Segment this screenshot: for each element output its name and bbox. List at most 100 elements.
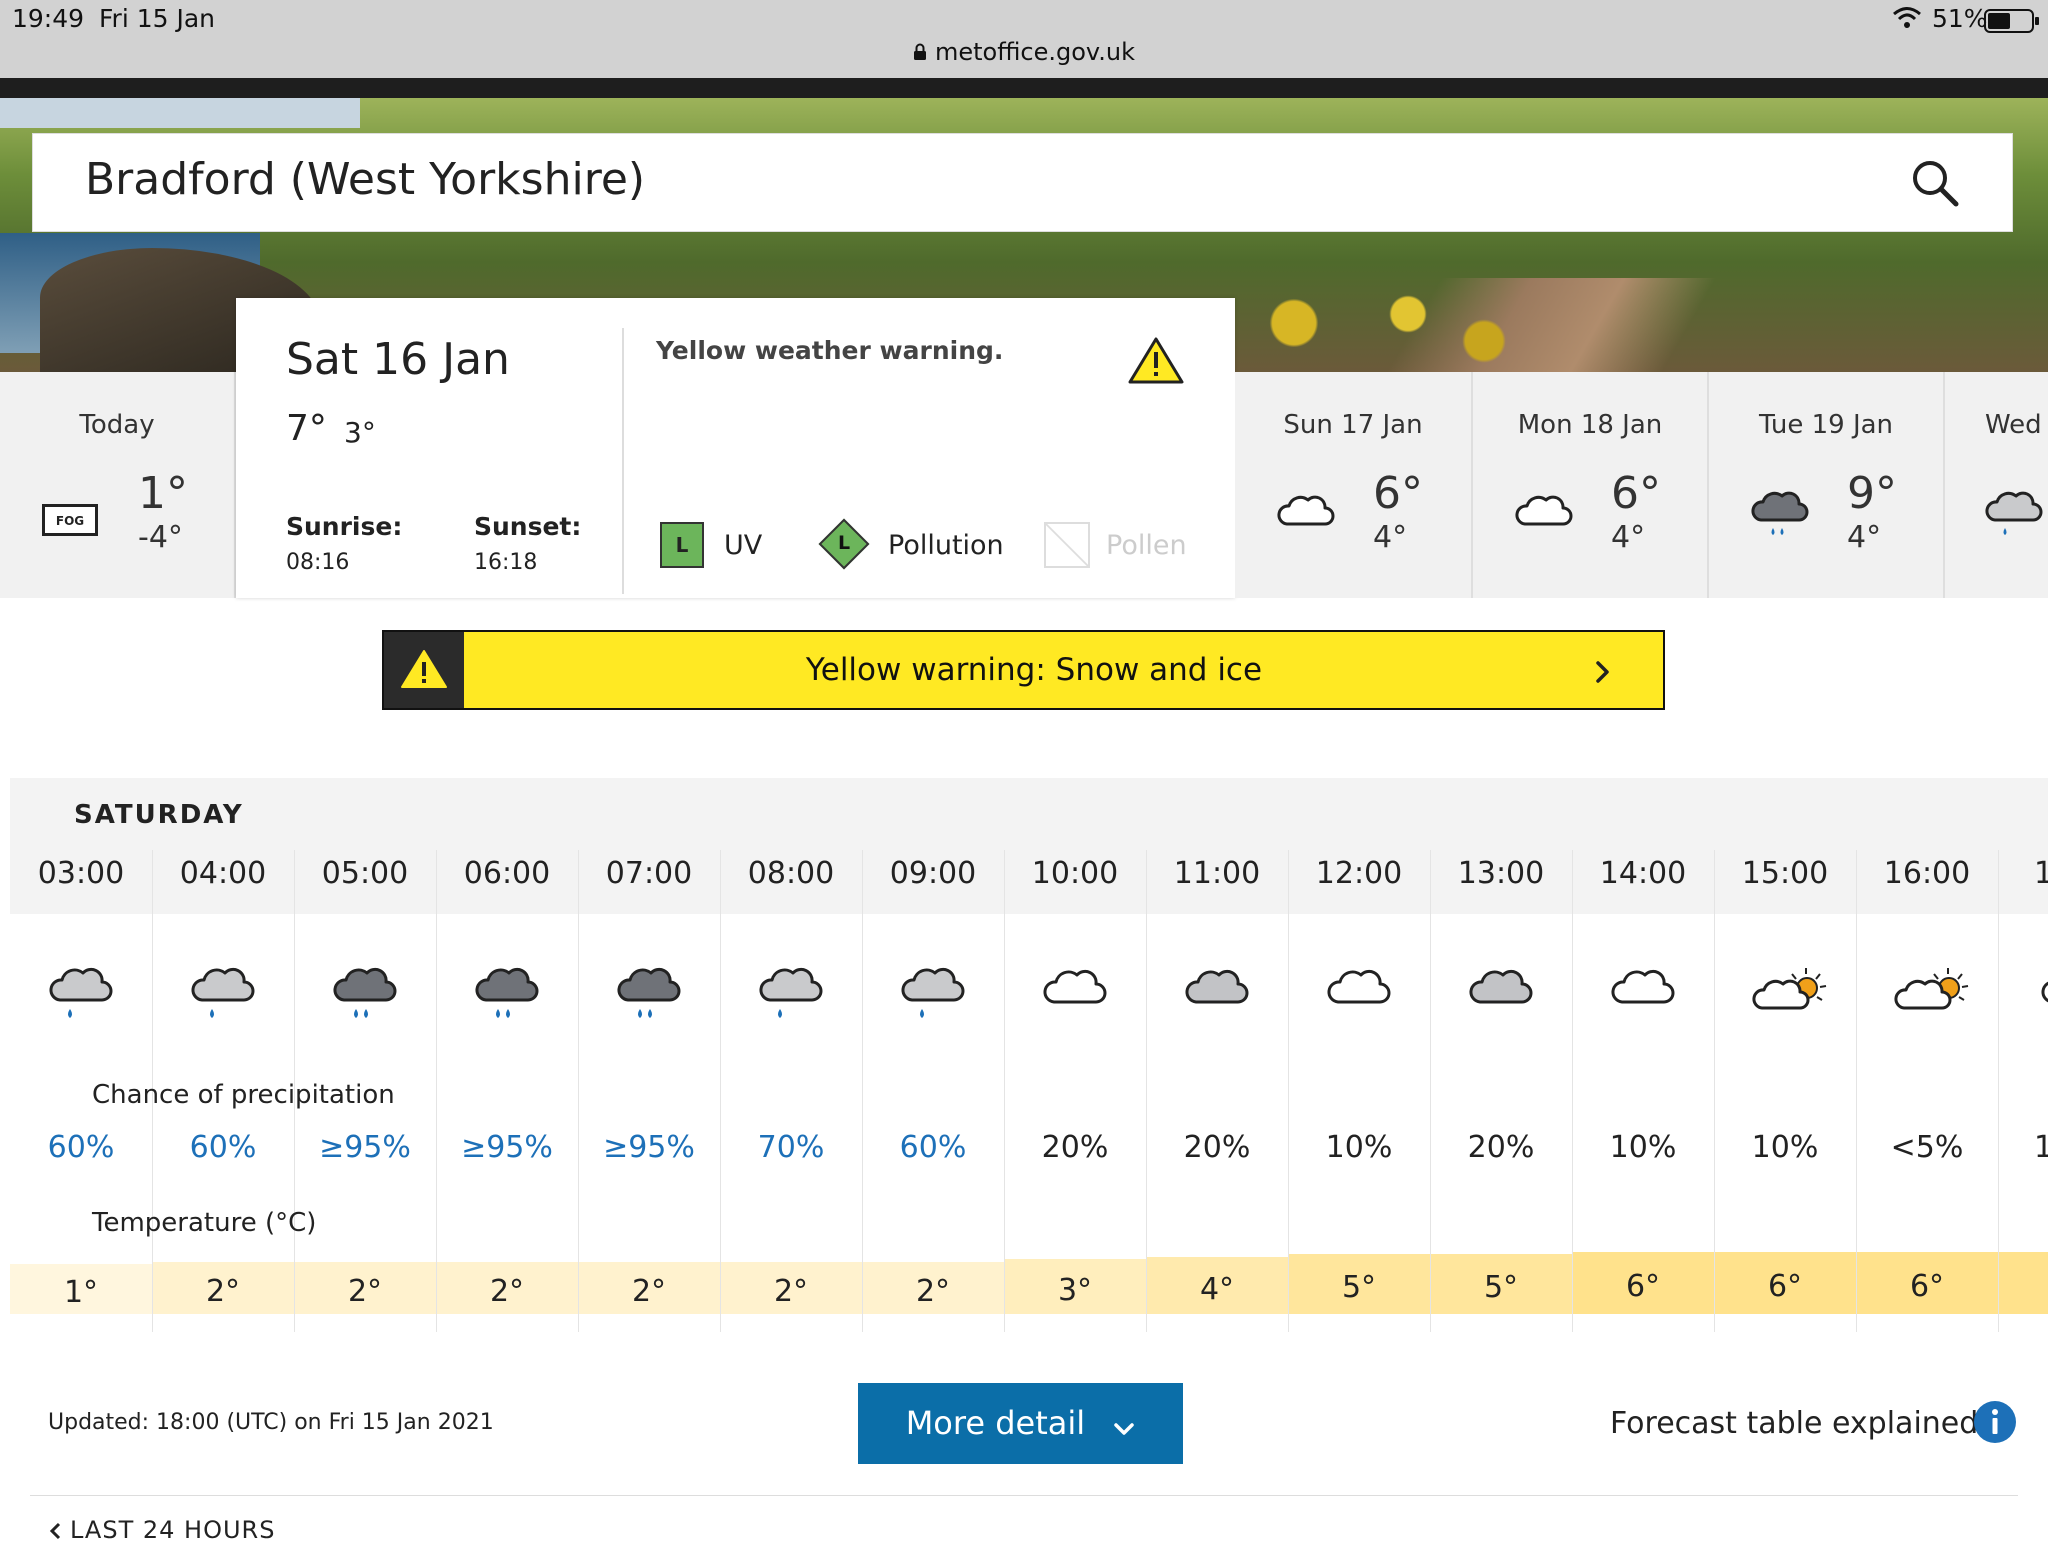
info-icon[interactable] bbox=[1973, 1400, 2017, 1448]
hour-time: 09:00 bbox=[889, 856, 977, 891]
search-icon[interactable] bbox=[1910, 158, 1960, 212]
sunset-time: 16:18 bbox=[474, 550, 538, 575]
uv-label[interactable]: UV bbox=[724, 530, 762, 561]
column-separator bbox=[436, 850, 437, 1332]
uv-level-badge[interactable]: L bbox=[660, 522, 704, 568]
day-tab-low: 4° bbox=[1611, 520, 1646, 555]
last-24-hours-link[interactable]: LAST 24 HOURS bbox=[48, 1516, 275, 1544]
day-tab-tue[interactable]: Tue 19 Jan 9° 4° bbox=[1709, 372, 1945, 598]
column-separator bbox=[1004, 850, 1005, 1332]
hour-temperature: 5° bbox=[1430, 1254, 1572, 1314]
temperature-row-label: Temperature (°C) bbox=[92, 1208, 317, 1238]
heavy-rain-icon bbox=[472, 966, 540, 1028]
precipitation-chance: 10% bbox=[1325, 1130, 1393, 1165]
cloud-icon bbox=[2038, 966, 2048, 1014]
hour-temperature: 2° bbox=[578, 1262, 720, 1314]
hour-temperature bbox=[1998, 1252, 2048, 1314]
light-rain-icon bbox=[756, 966, 824, 1028]
hour-column: 08:00 70% 2° bbox=[720, 850, 862, 1332]
location-search-input[interactable]: Bradford (West Yorkshire) bbox=[85, 154, 645, 205]
column-separator bbox=[1572, 850, 1573, 1332]
day-tab-low: 4° bbox=[1847, 520, 1882, 555]
url-bar[interactable]: metoffice.gov.uk bbox=[0, 38, 2048, 67]
pollution-label[interactable]: Pollution bbox=[888, 530, 1004, 561]
lock-icon bbox=[913, 39, 927, 67]
hour-temperature: 5° bbox=[1288, 1254, 1430, 1314]
hour-temperature: 2° bbox=[294, 1262, 436, 1314]
hour-temperature: 6° bbox=[1572, 1252, 1714, 1314]
hour-time: 15:00 bbox=[1741, 856, 1829, 891]
hour-temperature: 3° bbox=[1004, 1259, 1146, 1314]
hour-time: 14:00 bbox=[1599, 856, 1687, 891]
hour-time: 1 bbox=[2034, 856, 2048, 891]
hour-column: 12:00 10% 5° bbox=[1288, 850, 1430, 1332]
precipitation-chance: 10% bbox=[1751, 1130, 1819, 1165]
heavy-rain-icon bbox=[614, 966, 682, 1028]
day-tab-mon[interactable]: Mon 18 Jan 6° 4° bbox=[1473, 372, 1709, 598]
status-bar: 19:49 Fri 15 Jan metoffice.gov.uk 51% bbox=[0, 0, 2048, 78]
yellow-warning-banner[interactable]: Yellow warning: Snow and ice bbox=[382, 630, 1665, 710]
day-tab-wed[interactable]: Wed bbox=[1945, 372, 2048, 598]
day-tab-today[interactable]: Today FOG 1° -4° bbox=[0, 372, 236, 598]
warning-banner-text: Yellow warning: Snow and ice bbox=[805, 652, 1263, 688]
heavy-rain-icon bbox=[1749, 490, 1809, 544]
cloud-icon bbox=[1608, 966, 1676, 1014]
chevron-down-icon bbox=[1113, 1385, 1135, 1466]
location-search-bar[interactable]: Bradford (West Yorkshire) bbox=[32, 133, 2013, 232]
weather-warning-text[interactable]: Yellow weather warning. bbox=[656, 336, 1003, 365]
day-tab-sun[interactable]: Sun 17 Jan 6° 4° bbox=[1235, 372, 1473, 598]
heavy-rain-icon bbox=[330, 966, 398, 1028]
sunny-intervals-icon bbox=[1750, 966, 1834, 1020]
more-detail-button[interactable]: More detail bbox=[858, 1383, 1183, 1464]
updated-timestamp: Updated: 18:00 (UTC) on Fri 15 Jan 2021 bbox=[48, 1410, 494, 1435]
column-separator bbox=[1288, 850, 1289, 1332]
hour-column: 14:00 10% 6° bbox=[1572, 850, 1714, 1332]
battery-icon bbox=[1984, 8, 2040, 38]
precipitation-chance: <5% bbox=[1890, 1130, 1964, 1165]
light-rain-icon bbox=[46, 966, 114, 1028]
hour-column: 06:00 ≥95% 2° bbox=[436, 850, 578, 1332]
hour-column: 13:00 20% 5° bbox=[1430, 850, 1572, 1332]
light-rain-icon bbox=[188, 966, 256, 1028]
hour-time: 03:00 bbox=[37, 856, 125, 891]
hour-time: 10:00 bbox=[1031, 856, 1119, 891]
day-tab-low: -4° bbox=[138, 520, 183, 555]
warning-icon[interactable] bbox=[1128, 336, 1184, 388]
hour-time: 16:00 bbox=[1883, 856, 1971, 891]
hour-time: 08:00 bbox=[747, 856, 835, 891]
hour-time: 06:00 bbox=[463, 856, 551, 891]
precipitation-chance: 20% bbox=[1467, 1130, 1535, 1165]
column-separator bbox=[1856, 850, 1857, 1332]
last-24-hours-label: LAST 24 HOURS bbox=[70, 1516, 276, 1544]
url-text: metoffice.gov.uk bbox=[934, 38, 1136, 66]
precipitation-chance: 1 bbox=[2034, 1130, 2048, 1165]
pollen-label: Pollen bbox=[1106, 530, 1187, 561]
day-tab-low: 4° bbox=[1373, 520, 1408, 555]
light-rain-icon bbox=[898, 966, 966, 1028]
day-tab-high: 9° bbox=[1847, 468, 1897, 519]
sunset-label: Sunset: bbox=[474, 512, 582, 541]
day-tab-name: Tue 19 Jan bbox=[1758, 410, 1894, 440]
pollution-level-letter: L bbox=[837, 532, 851, 554]
hour-time: 13:00 bbox=[1457, 856, 1545, 891]
day-tab-name: Today bbox=[79, 410, 155, 440]
selected-day-panel: Sat 16 Jan 7° 3° Sunrise: 08:16 Sunset: … bbox=[236, 298, 1235, 598]
sunrise-time: 08:16 bbox=[286, 550, 350, 575]
precipitation-chance: 20% bbox=[1041, 1130, 1109, 1165]
column-separator bbox=[862, 850, 863, 1332]
hour-temperature: 2° bbox=[862, 1262, 1004, 1314]
hour-column: 07:00 ≥95% 2° bbox=[578, 850, 720, 1332]
cloud-icon bbox=[1275, 490, 1335, 534]
hourly-day-label: SATURDAY bbox=[74, 800, 244, 830]
hour-time: 11:00 bbox=[1173, 856, 1261, 891]
selected-day-high: 7° bbox=[286, 408, 327, 449]
precipitation-chance: ≥95% bbox=[603, 1130, 695, 1165]
hour-column: 09:00 60% 2° bbox=[862, 850, 1004, 1332]
hour-column: 11:00 20% 4° bbox=[1146, 850, 1288, 1332]
status-date: Fri 15 Jan bbox=[99, 4, 216, 33]
forecast-table-explained-link[interactable]: Forecast table explained bbox=[1610, 1406, 1978, 1441]
fog-icon: FOG bbox=[42, 504, 98, 540]
grey-cloud-icon bbox=[1182, 966, 1250, 1014]
precipitation-chance: 20% bbox=[1183, 1130, 1251, 1165]
wifi-icon bbox=[1892, 6, 1922, 34]
